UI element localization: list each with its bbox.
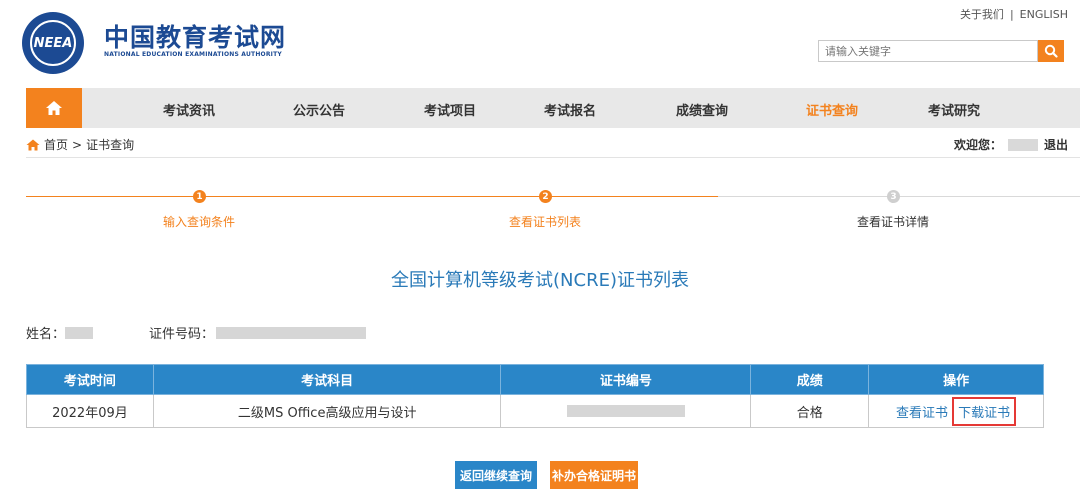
breadcrumb-separator: >: [72, 137, 83, 152]
breadcrumb-current: 证书查询: [86, 138, 135, 152]
cell-exam-time: 2022年09月: [26, 394, 154, 428]
id-label: 证件号码：: [149, 327, 215, 342]
welcome-label: 欢迎您：: [953, 138, 1002, 152]
cell-exam-subject: 二级MS Office高级应用与设计: [152, 394, 502, 428]
nav-item-score-query[interactable]: 成绩查询: [676, 100, 728, 119]
nav-item-certificate-query[interactable]: 证书查询: [806, 100, 858, 119]
nav-item-announcements[interactable]: 公示公告: [293, 100, 345, 119]
site-subtitle: NATIONAL EDUCATION EXAMINATIONS AUTHORIT…: [104, 51, 282, 58]
top-links: 关于我们 | ENGLISH: [960, 6, 1068, 22]
step-2-label: 查看证书列表: [509, 215, 582, 229]
breadcrumb-divider: [26, 157, 1080, 158]
certificate-table: 考试时间 考试科目 证书编号 成绩 操作 2022年09月 二级MS Offic…: [26, 364, 1044, 428]
name-label: 姓名：: [26, 327, 66, 342]
nav-item-exam-news[interactable]: 考试资讯: [163, 100, 215, 119]
candidate-info: 姓名： 证件号码：: [26, 323, 367, 342]
nav-item-exam-research[interactable]: 考试研究: [928, 100, 980, 119]
certificate-number-redacted: [566, 405, 685, 417]
search-input[interactable]: [818, 40, 1038, 62]
welcome-area: 欢迎您： 退出: [954, 136, 1068, 153]
step-1-label: 输入查询条件: [163, 215, 236, 229]
about-link[interactable]: 关于我们: [960, 8, 1004, 21]
nav-item-registration[interactable]: 考试报名: [544, 100, 596, 119]
header-exam-subject: 考试科目: [152, 364, 502, 395]
back-to-query-button[interactable]: 返回继续查询: [455, 461, 537, 489]
download-certificate-link[interactable]: 下载证书: [952, 396, 1017, 426]
main-nav: 考试资讯 公示公告 考试项目 考试报名 成绩查询 证书查询 考试研究: [26, 88, 1080, 128]
top-links-separator: |: [1009, 8, 1014, 21]
step-line-done: [26, 196, 718, 197]
table-header-row: 考试时间 考试科目 证书编号 成绩 操作: [26, 364, 1044, 395]
logout-link[interactable]: 退出: [1044, 136, 1068, 153]
step-3-marker: 3: [887, 190, 900, 203]
site-header: NEEA 中国教育考试网 NATIONAL EDUCATION EXAMINAT…: [0, 0, 1080, 80]
cell-actions: 查看证书 下载证书: [868, 394, 1044, 428]
cell-certificate-number: [500, 394, 752, 428]
home-icon: [46, 101, 62, 115]
cell-score: 合格: [750, 394, 870, 428]
view-certificate-link[interactable]: 查看证书: [896, 406, 948, 421]
step-1-marker: 1: [193, 190, 206, 203]
header-exam-time: 考试时间: [26, 364, 154, 395]
breadcrumb-home-icon: [26, 139, 40, 150]
nav-home-button[interactable]: [26, 88, 82, 128]
neea-logo[interactable]: NEEA: [22, 12, 84, 74]
search-button[interactable]: [1038, 40, 1064, 62]
header-score: 成绩: [750, 364, 870, 395]
english-link[interactable]: ENGLISH: [1020, 8, 1068, 21]
site-title[interactable]: 中国教育考试网: [104, 18, 286, 54]
breadcrumb: 首页 > 证书查询: [26, 136, 134, 153]
reissue-certificate-button[interactable]: 补办合格证明书: [550, 461, 638, 489]
step-3-label: 查看证书详情: [857, 215, 930, 229]
breadcrumb-home[interactable]: 首页: [44, 136, 68, 153]
id-value-redacted: [216, 326, 367, 339]
logo-text: NEEA: [30, 20, 76, 66]
name-value-redacted: [65, 326, 94, 339]
page-title: 全国计算机等级考试(NCRE)证书列表: [391, 270, 689, 291]
header-actions: 操作: [868, 364, 1044, 395]
nav-item-exam-programs[interactable]: 考试项目: [424, 100, 476, 119]
step-2-marker: 2: [539, 190, 552, 203]
header-certificate-number: 证书编号: [500, 364, 752, 395]
table-row: 2022年09月 二级MS Office高级应用与设计 合格 查看证书 下载证书: [26, 394, 1044, 428]
user-name-redacted: [1007, 138, 1038, 151]
search-icon: [1044, 44, 1058, 58]
